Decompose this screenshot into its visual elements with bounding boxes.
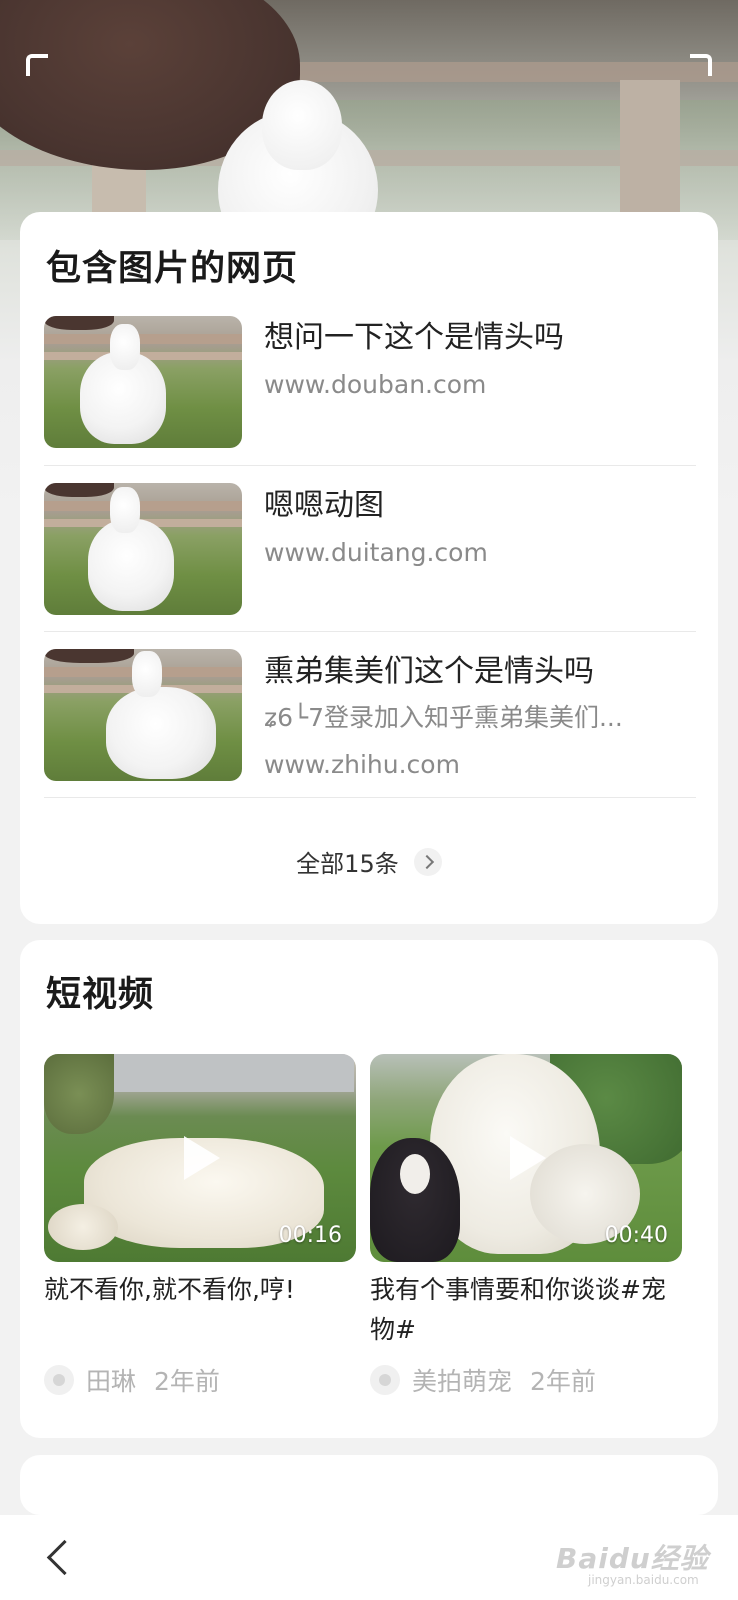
crop-corner-top-right[interactable]	[690, 54, 712, 76]
result-title: 嗯嗯动图	[264, 488, 384, 523]
result-title: 熏弟集美们这个是情头吗	[264, 654, 594, 689]
video-thumbnail[interactable]: 00:16	[44, 1054, 356, 1262]
post-time: 2年前	[530, 1367, 596, 1396]
video-duration: 00:40	[604, 1223, 668, 1248]
video-thumbnail[interactable]: 00:40	[370, 1054, 682, 1262]
paw-avatar-icon	[370, 1365, 400, 1395]
post-time: 2年前	[154, 1367, 220, 1396]
web-pages-card: 包含图片的网页 想问一下这个是情头吗 www.douban.com 嗯嗯动图 w…	[20, 212, 718, 924]
baidu-jingyan-watermark: Baidu经验	[556, 1542, 709, 1575]
result-title: 想问一下这个是情头吗	[264, 320, 564, 355]
video-caption[interactable]: 就不看你,就不看你,哼!	[44, 1270, 356, 1310]
author-name: 美拍萌宠	[412, 1367, 513, 1396]
result-thumbnail	[44, 649, 242, 781]
short-video-card: 短视频 00:16 00:40 就不看你,就不看你,哼! 我有个事情要和你谈谈#…	[20, 940, 718, 1438]
divider	[44, 797, 696, 798]
crop-corner-top-left[interactable]	[26, 54, 48, 76]
result-url: www.zhihu.com	[264, 750, 460, 779]
play-icon	[510, 1136, 546, 1180]
view-all-label: 全部15条	[296, 850, 399, 878]
video-caption[interactable]: 我有个事情要和你谈谈#宠物#	[370, 1270, 682, 1350]
result-snippet: ʑ6└7登录加入知乎熏弟集美们...	[264, 703, 623, 732]
next-section-card	[20, 1455, 718, 1515]
view-all-results-button[interactable]: 全部15条	[20, 844, 718, 888]
chevron-right-icon	[413, 847, 442, 876]
play-icon	[184, 1136, 220, 1180]
paw-avatar-icon	[44, 1365, 74, 1395]
image-search-results-screen: 包含图片的网页 想问一下这个是情头吗 www.douban.com 嗯嗯动图 w…	[0, 0, 738, 1600]
watermark-url: jingyan.baidu.com	[588, 1573, 699, 1587]
video-author[interactable]: 美拍萌宠 2年前	[370, 1364, 596, 1396]
video-duration: 00:16	[278, 1223, 342, 1248]
author-name: 田琳	[86, 1367, 137, 1396]
section-title: 短视频	[46, 975, 155, 1015]
bottom-navigation-bar: Baidu经验 jingyan.baidu.com	[0, 1515, 738, 1600]
back-arrow-icon[interactable]	[40, 1539, 80, 1579]
video-author[interactable]: 田琳 2年前	[44, 1364, 220, 1396]
